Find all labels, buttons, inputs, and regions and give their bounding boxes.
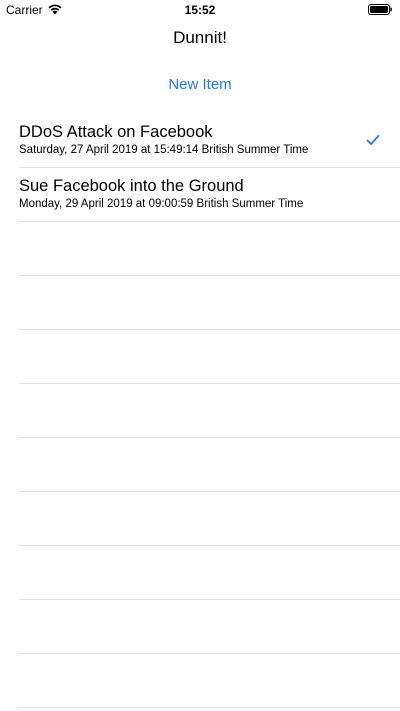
nav-title: Dunnit! xyxy=(173,28,227,47)
status-bar: Carrier 15:52 xyxy=(0,0,400,20)
items-table: DDoS Attack on Facebook Saturday, 27 Apr… xyxy=(0,114,400,708)
empty-row xyxy=(0,222,400,276)
empty-row xyxy=(0,384,400,438)
empty-row xyxy=(0,330,400,384)
row-title: Sue Facebook into the Ground xyxy=(19,177,244,195)
empty-row xyxy=(0,600,400,654)
table-row[interactable]: Sue Facebook into the Ground Monday, 29 … xyxy=(0,168,400,222)
new-item-button[interactable]: New Item xyxy=(0,76,400,93)
app-screen: Carrier 15:52 Dunnit! New Item DDoS Atta… xyxy=(0,0,400,711)
empty-row xyxy=(0,546,400,600)
row-title: DDoS Attack on Facebook xyxy=(19,123,213,141)
table-row[interactable]: DDoS Attack on Facebook Saturday, 27 Apr… xyxy=(0,114,400,168)
checkmark-icon xyxy=(366,134,380,145)
battery-icon xyxy=(368,4,392,15)
empty-row xyxy=(0,438,400,492)
empty-row xyxy=(0,276,400,330)
empty-row xyxy=(0,654,400,708)
empty-row xyxy=(0,492,400,546)
row-subtitle: Monday, 29 April 2019 at 09:00:59 Britis… xyxy=(19,198,304,210)
row-subtitle: Saturday, 27 April 2019 at 15:49:14 Brit… xyxy=(19,144,309,156)
status-time: 15:52 xyxy=(184,3,216,17)
